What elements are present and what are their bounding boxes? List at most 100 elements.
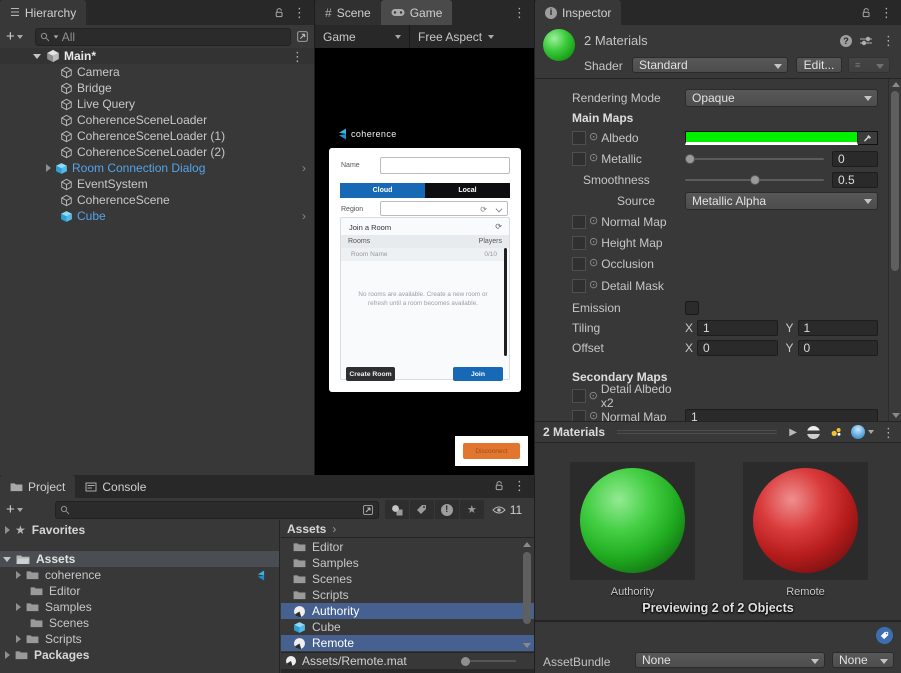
texture-picker-icon[interactable]: ⊙ <box>589 216 598 227</box>
height-map-texture-well[interactable] <box>572 236 586 250</box>
disconnect-button[interactable]: Disconnect <box>463 443 520 459</box>
secondary-normal-texture-well[interactable] <box>572 410 586 422</box>
hierarchy-search-input[interactable]: All <box>35 28 291 46</box>
smoothness-slider[interactable] <box>685 179 824 181</box>
asset-row-samples[interactable]: Samples <box>281 555 534 571</box>
project-scrollbar-thumb[interactable] <box>523 552 531 624</box>
texture-picker-icon[interactable]: ⊙ <box>589 280 598 291</box>
join-button[interactable]: Join <box>453 367 503 381</box>
tab-inspector[interactable]: i Inspector <box>535 0 621 25</box>
pick-window-icon[interactable] <box>296 30 309 43</box>
room-row[interactable]: Room Name 0/10 <box>341 248 504 261</box>
asset-row-remote[interactable]: Remote <box>281 635 534 651</box>
detail-mask-texture-well[interactable] <box>572 279 586 293</box>
shader-dropdown[interactable]: Standard <box>632 57 788 73</box>
asset-row-scripts[interactable]: Scripts <box>281 587 534 603</box>
expander-closed-icon[interactable] <box>46 164 51 172</box>
assetbundle-name-dropdown[interactable]: None <box>635 652 825 668</box>
chevron-right-icon[interactable]: › <box>302 161 306 175</box>
hierarchy-row[interactable]: Room Connection Dialog › <box>0 160 314 176</box>
texture-picker-icon[interactable]: ⊙ <box>589 153 598 164</box>
slider-knob[interactable] <box>461 657 470 666</box>
metallic-slider[interactable] <box>685 158 824 160</box>
scroll-down-icon[interactable] <box>892 413 900 418</box>
asset-row-authority[interactable]: Authority <box>281 603 534 619</box>
pick-window-icon[interactable] <box>362 504 374 516</box>
secondary-normal-field[interactable]: 1 <box>685 409 878 422</box>
save-search-button[interactable]: ★ <box>460 500 484 519</box>
texture-picker-icon[interactable]: ⊙ <box>589 132 598 143</box>
smoothness-field[interactable]: 0.5 <box>832 172 878 188</box>
inspector-scrollbar-thumb[interactable] <box>891 91 899 271</box>
preview-play-icon[interactable]: ▶ <box>789 427 797 438</box>
aspect-dropdown[interactable]: Free Aspect <box>410 30 502 44</box>
project-menu-icon[interactable]: ⋮ <box>513 479 526 492</box>
create-room-button[interactable]: Create Room <box>346 367 395 381</box>
search-by-type-button[interactable] <box>385 500 409 519</box>
preview-tile-authority[interactable] <box>570 462 695 580</box>
lock-icon[interactable] <box>273 7 285 19</box>
project-search-input[interactable] <box>55 501 379 519</box>
edit-shader-button[interactable]: Edit... <box>796 57 842 73</box>
tree-row-assets[interactable]: Assets <box>0 551 279 567</box>
tab-console[interactable]: Console <box>75 475 156 498</box>
display-dropdown[interactable]: Game <box>315 30 409 44</box>
preview-tile-remote[interactable] <box>743 462 868 580</box>
texture-picker-icon[interactable]: ⊙ <box>589 391 598 402</box>
breadcrumb-assets[interactable]: Assets <box>287 522 326 536</box>
rooms-scrollbar[interactable] <box>504 248 507 356</box>
tree-row-favorites[interactable]: ★ Favorites <box>0 522 279 538</box>
help-icon[interactable]: ? <box>840 35 852 47</box>
chevron-right-icon[interactable]: › <box>302 209 306 223</box>
detail-albedo-texture-well[interactable] <box>572 389 586 403</box>
lock-icon[interactable] <box>860 7 872 19</box>
project-add-button[interactable]: + <box>0 502 29 517</box>
local-tab-button[interactable]: Local <box>425 183 510 198</box>
preview-drag-handle[interactable] <box>617 430 777 434</box>
tree-row-coherence[interactable]: coherence <box>0 567 279 583</box>
preview-light-icon[interactable] <box>830 426 843 438</box>
assetlabels-icon[interactable] <box>876 627 893 644</box>
presets-icon[interactable] <box>859 35 873 47</box>
hierarchy-row[interactable]: EventSystem <box>0 176 314 192</box>
hierarchy-row[interactable]: Cube › <box>0 208 314 224</box>
hierarchy-row-scene[interactable]: Main* ⋮ <box>0 48 314 64</box>
tree-row-scripts[interactable]: Scripts <box>0 631 279 647</box>
search-by-label-button[interactable] <box>410 500 434 519</box>
asset-row-editor[interactable]: Editor <box>281 539 534 555</box>
asset-row-scenes[interactable]: Scenes <box>281 571 534 587</box>
normal-map-texture-well[interactable] <box>572 215 586 229</box>
albedo-color-swatch[interactable] <box>685 131 858 145</box>
game-menu-icon[interactable]: ⋮ <box>513 6 526 19</box>
thumbnail-size-slider[interactable] <box>461 657 516 666</box>
scroll-down-icon[interactable] <box>523 643 531 648</box>
rendering-mode-dropdown[interactable]: Opaque <box>685 89 878 107</box>
preview-environment-icon[interactable] <box>851 425 865 439</box>
tab-game[interactable]: Game <box>381 0 453 25</box>
tab-scene[interactable]: # Scene <box>315 0 381 25</box>
expander-open-icon[interactable] <box>33 54 41 59</box>
hierarchy-row[interactable]: CoherenceSceneLoader (1) <box>0 128 314 144</box>
hierarchy-row[interactable]: CoherenceSceneLoader <box>0 112 314 128</box>
tiling-x-field[interactable]: 1 <box>697 320 777 336</box>
expander-closed-icon[interactable] <box>16 603 21 611</box>
inspector-menu-icon[interactable]: ⋮ <box>880 6 893 19</box>
offset-y-field[interactable]: 0 <box>798 340 878 356</box>
hierarchy-row[interactable]: Camera <box>0 64 314 80</box>
eyedropper-button[interactable] <box>858 131 878 145</box>
hierarchy-row[interactable]: CoherenceSceneLoader (2) <box>0 144 314 160</box>
expander-closed-icon[interactable] <box>16 571 21 579</box>
hierarchy-row[interactable]: CoherenceScene <box>0 192 314 208</box>
preview-menu-icon[interactable]: ⋮ <box>882 426 895 439</box>
texture-picker-icon[interactable]: ⊙ <box>589 411 598 421</box>
hierarchy-menu-icon[interactable]: ⋮ <box>293 6 306 19</box>
offset-x-field[interactable]: 0 <box>697 340 777 356</box>
metallic-slider-knob[interactable] <box>685 154 695 164</box>
visibility-toggle[interactable]: 11 <box>492 503 522 517</box>
inspector-scrollbar[interactable] <box>888 79 901 421</box>
material-options-button[interactable]: ≡ <box>848 57 890 73</box>
tiling-y-field[interactable]: 1 <box>798 320 878 336</box>
expander-closed-icon[interactable] <box>5 651 10 659</box>
tree-row-editor[interactable]: Editor <box>0 583 279 599</box>
albedo-texture-well[interactable] <box>572 131 586 145</box>
